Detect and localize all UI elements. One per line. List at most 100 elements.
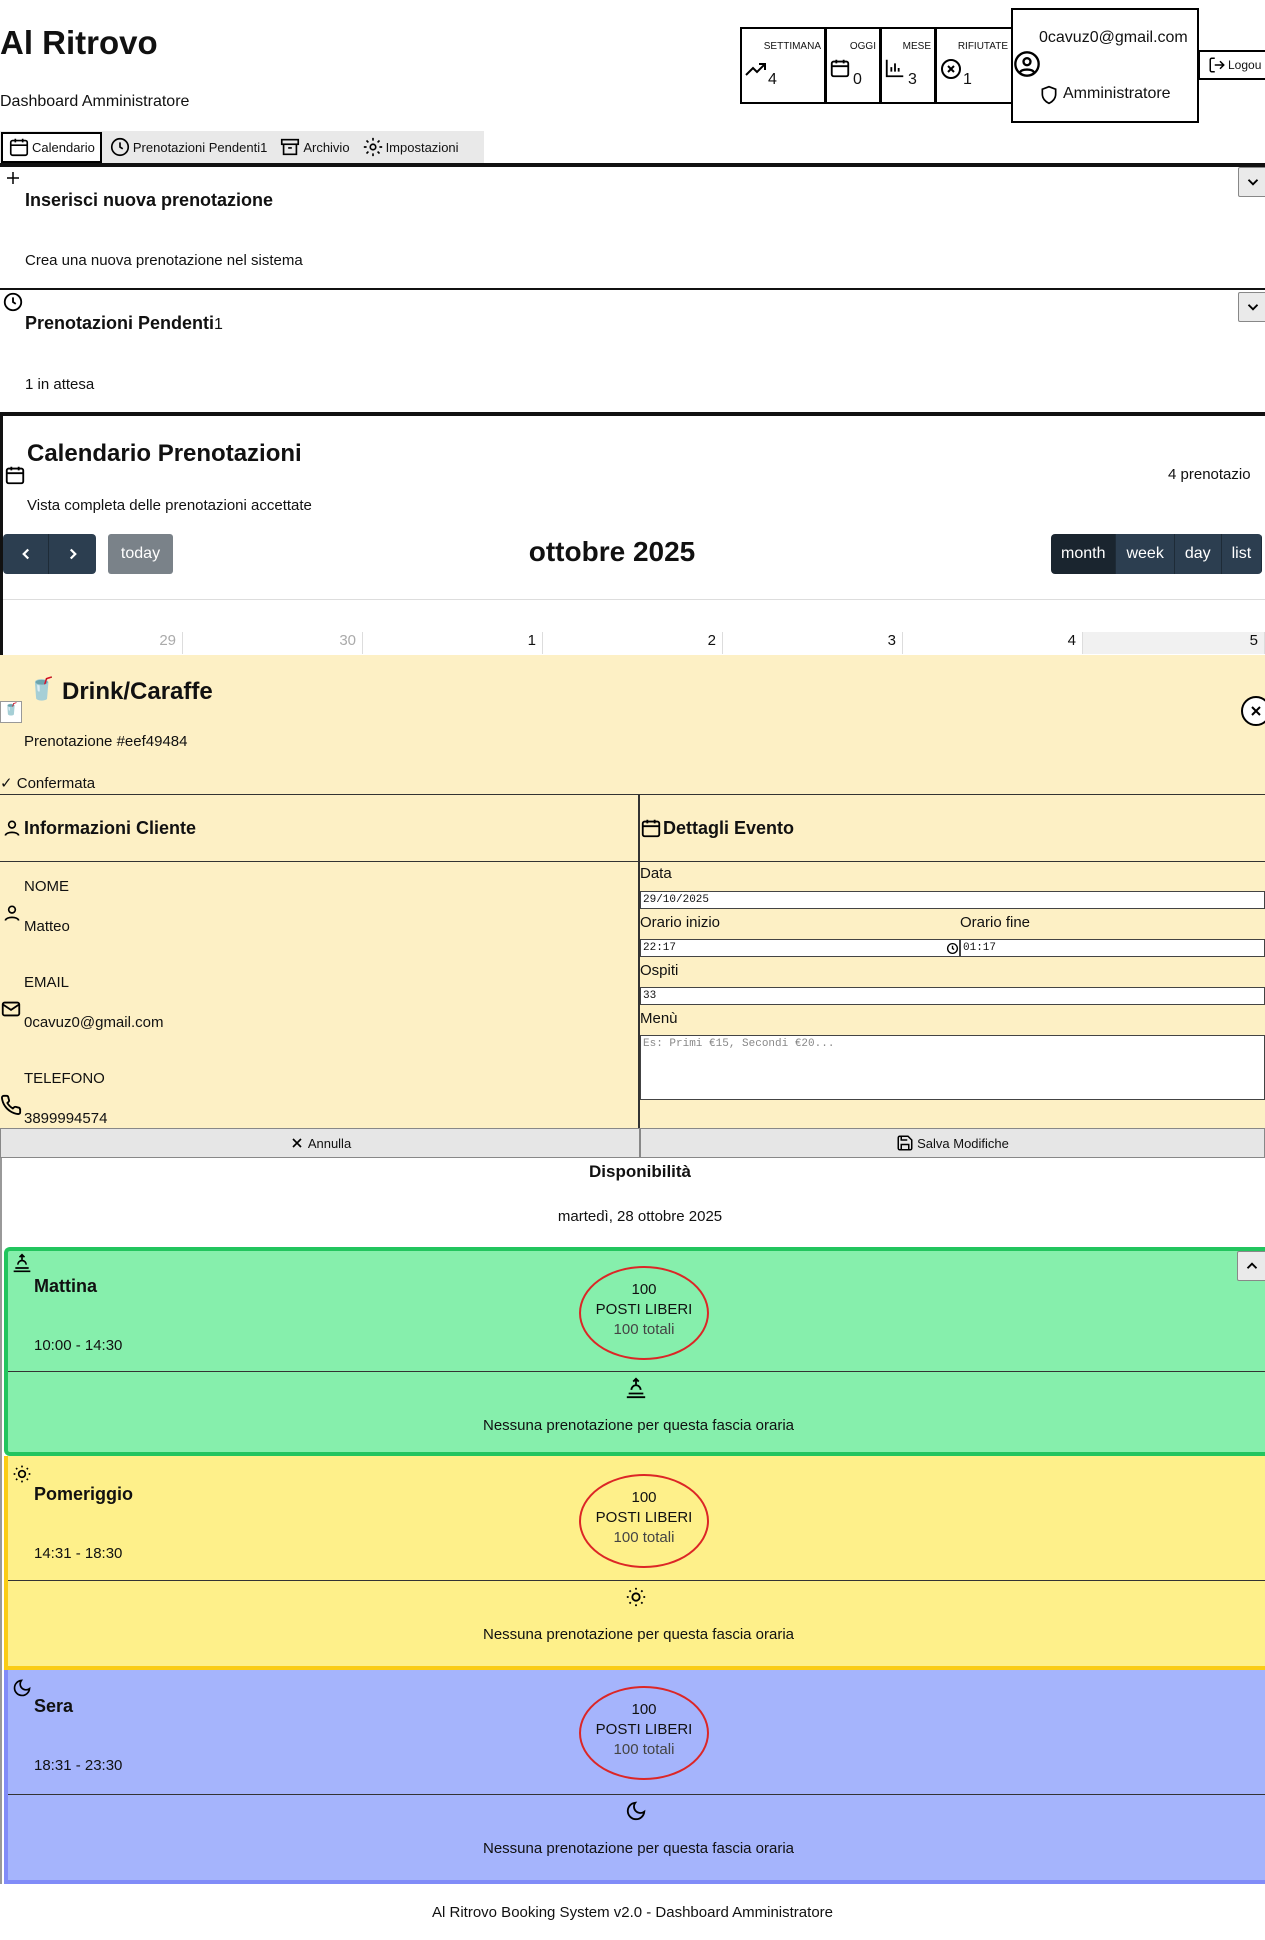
booking-id: Prenotazione #eef49484 (24, 733, 188, 750)
calendar-day-number[interactable]: 30 (183, 632, 363, 654)
date-label: Data (640, 865, 672, 882)
stat-label: RIFIUTATE (957, 41, 1008, 52)
calendar-icon (5, 466, 25, 485)
slot-name: Sera (34, 1696, 74, 1716)
tab-prenotazioni-pendenti[interactable]: Prenotazioni Pendenti1 (104, 132, 272, 162)
calendar-day-number[interactable]: 29 (3, 632, 183, 654)
stat-mese: MESE 3 (880, 27, 936, 104)
divider (8, 1794, 1265, 1795)
save-icon (897, 1135, 913, 1151)
stat-oggi: OGGI 0 (825, 27, 881, 104)
stat-rifiutate: RIFIUTATE 1 (935, 27, 1013, 104)
guests-input[interactable]: 33 (640, 987, 1265, 1005)
user-circle-icon (1014, 51, 1040, 77)
slot-empty-message: Nessuna prenotazione per questa fascia o… (482, 1840, 795, 1857)
pending-section[interactable]: Prenotazioni Pendenti1 1 in attesa (0, 290, 1265, 412)
client-name: Matteo (24, 918, 70, 935)
close-button[interactable] (1241, 696, 1265, 726)
footer: Al Ritrovo Booking System v2.0 - Dashboa… (432, 1904, 833, 1921)
slot-time: 18:31 - 23:30 (34, 1757, 123, 1774)
tab-archivio-label: Archivio (303, 139, 350, 155)
logout-label: Logou (1228, 58, 1262, 72)
sun-icon (626, 1587, 646, 1607)
save-button[interactable]: Salva Modifiche (640, 1128, 1265, 1158)
new-booking-section[interactable]: Inserisci nuova prenotazione Crea una nu… (0, 167, 1265, 290)
slot-sera: Sera 18:31 - 23:30 100 POSTI LIBERI 100 … (4, 1670, 1265, 1884)
app-subtitle: Dashboard Amministratore (0, 93, 190, 110)
calendar-day-number[interactable]: 1 (363, 632, 543, 654)
divider (0, 794, 1265, 795)
booking-type-badge: 🥤 (0, 701, 22, 723)
user-role: Amministratore (1063, 85, 1171, 102)
calendar-grid-line (3, 599, 1265, 600)
logout-button[interactable]: Logou (1198, 50, 1265, 80)
start-time-input[interactable]: 22:17 (640, 939, 960, 957)
clock-icon[interactable] (946, 942, 959, 955)
free-seats-label: POSTI LIBERI (595, 1721, 693, 1738)
save-label: Salva Modifiche (917, 1135, 1009, 1151)
guests-label: Ospiti (640, 962, 679, 979)
prev-month-button[interactable] (3, 534, 49, 574)
x-circle-icon (941, 59, 961, 79)
stat-label: MESE (902, 41, 931, 52)
view-list-button[interactable]: list (1221, 534, 1263, 574)
end-time-label: Orario fine (960, 914, 1031, 931)
expand-pending-button[interactable] (1238, 292, 1265, 322)
divider (0, 412, 1265, 416)
menu-textarea[interactable]: Es: Primi €15, Secondi €20... (640, 1035, 1265, 1100)
slot-capacity: 100 POSTI LIBERI 100 totali (579, 1474, 709, 1568)
chevron-down-icon (1247, 179, 1259, 186)
next-month-button[interactable] (49, 534, 96, 574)
view-day-button[interactable]: day (1174, 534, 1222, 574)
client-info-header: Informazioni Cliente (24, 818, 197, 838)
free-seats: 100 (631, 1281, 657, 1298)
new-booking-subtitle: Crea una nuova prenotazione nel sistema (25, 252, 303, 269)
slot-time: 14:31 - 18:30 (34, 1545, 123, 1562)
calendar-count: 4 prenotazio (1168, 466, 1251, 483)
chevron-left-icon (21, 548, 29, 560)
calendar-day-number[interactable]: 3 (723, 632, 903, 654)
today-button[interactable]: today (108, 534, 173, 574)
user-email: 0cavuz0@gmail.com (1039, 29, 1188, 46)
name-label: NOME (24, 878, 69, 895)
chevron-right-icon (69, 548, 77, 560)
tab-archivio[interactable]: Archivio (274, 132, 354, 162)
expand-new-booking-button[interactable] (1238, 167, 1265, 197)
stat-value: 3 (908, 71, 917, 88)
chevron-up-icon (1246, 1262, 1258, 1269)
calendar-icon (641, 819, 661, 838)
calendar-day-number[interactable]: 2 (543, 632, 723, 654)
end-time-input[interactable]: 01:17 (960, 939, 1265, 957)
calendar-month-title: ottobre 2025 (528, 536, 696, 567)
slot-capacity: 100 POSTI LIBERI 100 totali (579, 1266, 709, 1360)
collapse-slot-button[interactable] (1237, 1251, 1265, 1281)
stat-value: 0 (853, 71, 862, 88)
calendar-day-number[interactable]: 5 (1083, 632, 1265, 654)
availability-date: martedì, 28 ottobre 2025 (557, 1208, 723, 1225)
chevron-down-icon (1247, 304, 1259, 311)
client-email: 0cavuz0@gmail.com (24, 1014, 164, 1031)
tab-impostazioni[interactable]: Impostazioni (357, 132, 464, 162)
app-title: Al Ritrovo (0, 24, 158, 61)
stat-value: 4 (768, 71, 777, 88)
client-info-list: NOME Matteo EMAIL 0cavuz0@gmail.com TELE… (0, 862, 638, 1128)
view-week-button[interactable]: week (1116, 534, 1175, 574)
user-card[interactable]: 0cavuz0@gmail.com Amministratore (1011, 8, 1199, 123)
sunrise-icon (626, 1377, 646, 1399)
cancel-button[interactable]: Annulla (0, 1128, 640, 1158)
gear-icon (363, 137, 382, 157)
stat-value: 1 (963, 71, 972, 88)
tab-pendenti-label: Prenotazioni Pendenti1 (132, 139, 268, 155)
view-month-button[interactable]: month (1051, 534, 1117, 574)
free-seats: 100 (631, 1701, 657, 1718)
slot-name: Mattina (34, 1276, 97, 1296)
booking-status: ✓ Confermata (0, 775, 96, 792)
date-input[interactable]: 29/10/2025 (640, 891, 1265, 909)
new-booking-title: Inserisci nuova prenotazione (25, 190, 274, 210)
tab-calendario[interactable]: Calendario (1, 131, 102, 163)
availability-left-border (0, 1158, 2, 1884)
divider (8, 1580, 1265, 1581)
slot-empty-message: Nessuna prenotazione per questa fascia o… (482, 1417, 795, 1434)
email-label: EMAIL (24, 974, 70, 991)
calendar-day-number[interactable]: 4 (903, 632, 1083, 654)
